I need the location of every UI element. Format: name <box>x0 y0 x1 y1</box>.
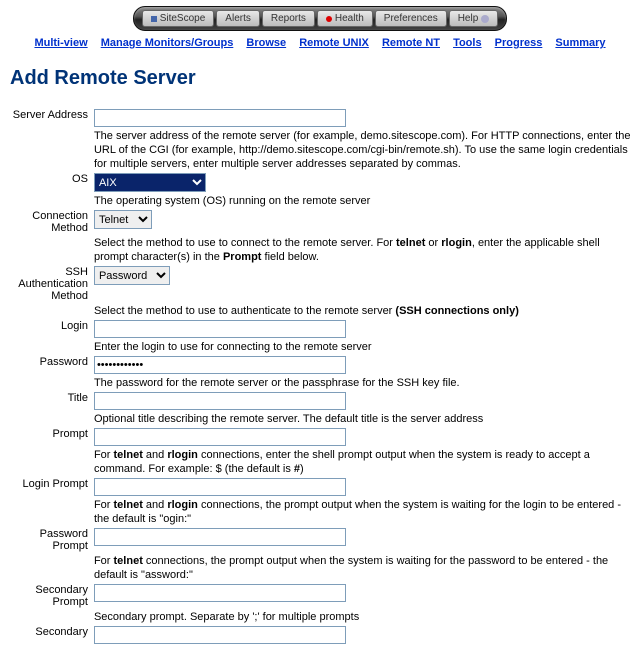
password-input[interactable] <box>94 356 346 374</box>
preferences-button[interactable]: Preferences <box>375 10 447 27</box>
sitescope-button[interactable]: SiteScope <box>142 10 215 27</box>
server-address-help: The server address of the remote server … <box>92 128 634 172</box>
server-address-label: Server Address <box>4 108 92 128</box>
health-icon <box>326 16 332 22</box>
title-help: Optional title describing the remote ser… <box>92 411 634 427</box>
manage-link[interactable]: Manage Monitors/Groups <box>101 37 234 49</box>
password-prompt-help: For telnet connections, the prompt outpu… <box>92 553 634 583</box>
login-input[interactable] <box>94 320 346 338</box>
alerts-button[interactable]: Alerts <box>216 10 260 27</box>
connection-method-select[interactable]: Telnet <box>94 210 152 229</box>
health-button[interactable]: Health <box>317 10 373 27</box>
remoteunix-link[interactable]: Remote UNIX <box>299 37 369 49</box>
secondary-prompt-help: Secondary prompt. Separate by ';' for mu… <box>92 609 634 625</box>
secondary-prompt-label: Secondary Prompt <box>4 583 92 609</box>
page-title: Add Remote Server <box>10 67 640 90</box>
help-icon <box>481 15 489 23</box>
ssh-auth-select[interactable]: Password <box>94 266 170 285</box>
tools-link[interactable]: Tools <box>453 37 482 49</box>
login-prompt-label: Login Prompt <box>4 477 92 497</box>
summary-link[interactable]: Summary <box>555 37 605 49</box>
prompt-help: For telnet and rlogin connections, enter… <box>92 447 634 477</box>
title-input[interactable] <box>94 392 346 410</box>
remotent-link[interactable]: Remote NT <box>382 37 440 49</box>
login-help: Enter the login to use for connecting to… <box>92 339 634 355</box>
reports-button[interactable]: Reports <box>262 10 315 27</box>
login-prompt-help: For telnet and rlogin connections, the p… <box>92 497 634 527</box>
secondary-prompt-input[interactable] <box>94 584 346 602</box>
ssh-auth-help: Select the method to use to authenticate… <box>92 303 634 319</box>
main-toolbar: SiteScope Alerts Reports Health Preferen… <box>133 6 508 31</box>
secondary-input[interactable] <box>94 626 346 644</box>
password-label: Password <box>4 355 92 375</box>
password-prompt-label: Password Prompt <box>4 527 92 553</box>
ssh-auth-label: SSH Authentication Method <box>4 265 92 303</box>
server-address-input[interactable] <box>94 109 346 127</box>
password-help: The password for the remote server or th… <box>92 375 634 391</box>
connection-method-help: Select the method to use to connect to t… <box>92 235 634 265</box>
help-button[interactable]: Help <box>449 10 499 27</box>
prompt-label: Prompt <box>4 427 92 447</box>
prompt-input[interactable] <box>94 428 346 446</box>
login-prompt-input[interactable] <box>94 478 346 496</box>
os-select[interactable]: AIX <box>94 173 206 192</box>
os-help: The operating system (OS) running on the… <box>92 193 634 209</box>
browse-link[interactable]: Browse <box>246 37 286 49</box>
login-label: Login <box>4 319 92 339</box>
progress-link[interactable]: Progress <box>495 37 543 49</box>
multiview-link[interactable]: Multi-view <box>34 37 87 49</box>
os-label: OS <box>4 172 92 193</box>
sitescope-icon <box>151 16 157 22</box>
connection-method-label: Connection Method <box>4 209 92 235</box>
title-label: Title <box>4 391 92 411</box>
password-prompt-input[interactable] <box>94 528 346 546</box>
link-bar: Multi-view Manage Monitors/Groups Browse… <box>0 33 640 59</box>
secondary-label: Secondary <box>4 625 92 645</box>
